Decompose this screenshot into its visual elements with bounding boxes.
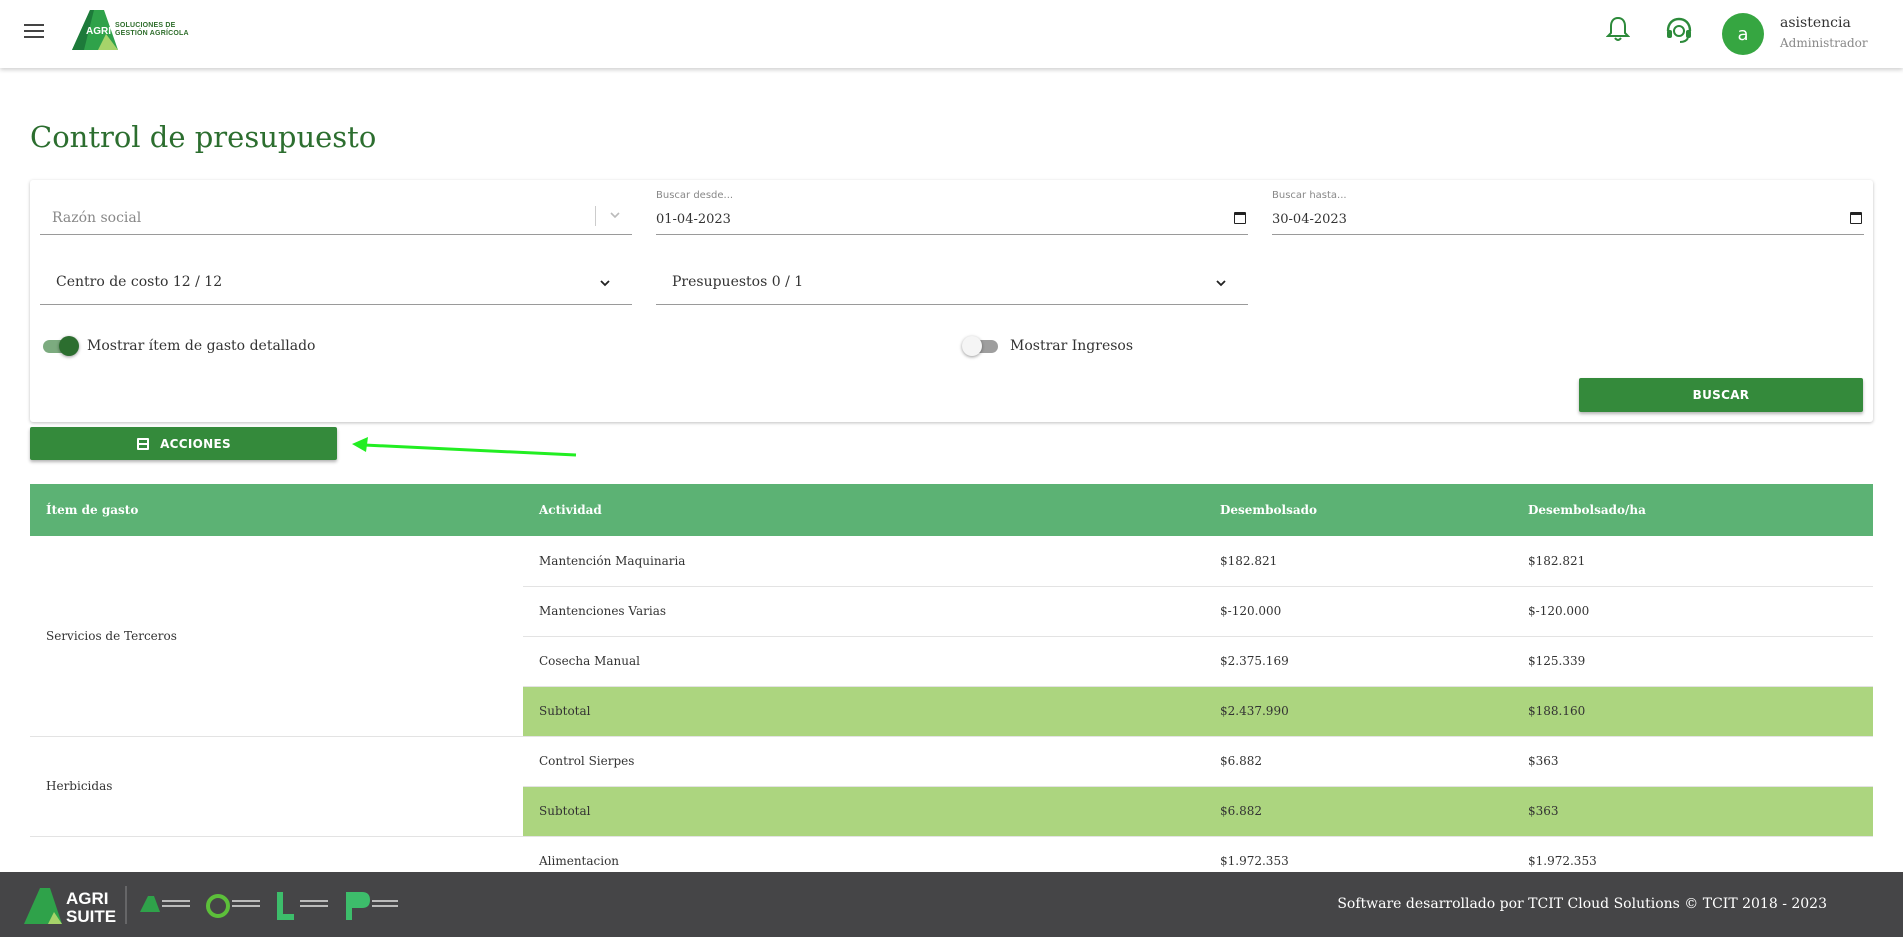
filter-card: Razón social Buscar desde... 01-04-2023 … — [30, 180, 1873, 422]
select-separator — [595, 206, 596, 226]
cosecha-sub-logo — [206, 894, 230, 918]
logo-tagline: SOLUCIONES DE GESTIÓN AGRÍCOLA — [115, 22, 189, 37]
desembolsado-cell: $-120.000 — [1204, 586, 1512, 637]
desembolsado-ha-cell: $-120.000 — [1512, 586, 1873, 637]
actividad-cell: Mantenciones Varias — [523, 586, 1204, 637]
menu-icon[interactable] — [24, 24, 44, 42]
table-row: Servicios de Terceros Mantención Maquina… — [30, 536, 1873, 737]
acciones-button[interactable]: ACCIONES — [30, 427, 337, 460]
logo-word: AGRI — [86, 26, 111, 37]
razon-social-select[interactable]: Razón social — [40, 180, 632, 235]
table-header-row: Ítem de gasto Actividad Desembolsado Des… — [30, 484, 1873, 536]
col-header-actividad[interactable]: Actividad — [523, 484, 1204, 536]
support-agent-icon[interactable] — [1664, 16, 1694, 44]
footer-copyright: Software desarrollado por TCIT Cloud Sol… — [1337, 896, 1827, 912]
table-row: Herbicidas Control Sierpes $6.882 $363 — [30, 736, 1873, 837]
footer: AGRI SUITE Software desarrollado por TCI… — [0, 872, 1903, 937]
agri-suite-logo: AGRI SUITE — [24, 886, 398, 926]
buscar-hasta-label: Buscar hasta... — [1272, 190, 1347, 201]
chevron-down-icon[interactable] — [1216, 278, 1226, 288]
razon-social-placeholder: Razón social — [52, 210, 142, 226]
bell-icon[interactable] — [1606, 16, 1630, 42]
actividad-cell: Control Sierpes — [523, 736, 1204, 787]
desembolsado-cell: $1.972.353 — [1204, 836, 1512, 874]
calendar-icon[interactable] — [1850, 212, 1862, 224]
agri-sub-logo — [140, 896, 160, 912]
footer-brand-1: AGRI — [66, 889, 109, 908]
toggle-detalle[interactable] — [41, 336, 79, 356]
subtotal-desembolsado-ha: $188.160 — [1512, 686, 1873, 737]
toggle-ingresos-label: Mostrar Ingresos — [1010, 338, 1134, 354]
item-cell: Servicios de Terceros — [30, 536, 523, 737]
subtotal-label: Subtotal — [523, 686, 1204, 737]
buscar-hasta-value[interactable]: 30-04-2023 — [1272, 212, 1347, 227]
page-title: Control de presupuesto — [30, 120, 377, 154]
budget-table: Ítem de gasto Actividad Desembolsado Des… — [30, 484, 1873, 874]
actividad-cell: Mantención Maquinaria — [523, 536, 1204, 587]
presupuestos-select[interactable]: Presupuestos 0 / 1 — [656, 250, 1248, 305]
toggle-detalle-label: Mostrar ítem de gasto detallado — [87, 338, 316, 354]
presupuestos-value: Presupuestos 0 / 1 — [672, 274, 804, 290]
desembolsado-ha-cell: $182.821 — [1512, 536, 1873, 587]
actividad-cell: Alimentacion — [523, 836, 1204, 874]
buscar-desde-value[interactable]: 01-04-2023 — [656, 212, 731, 227]
top-app-bar: AGRI SOLUCIONES DE GESTIÓN AGRÍCOLA a as… — [0, 0, 1903, 68]
item-cell — [30, 836, 523, 874]
budget-table-container: Ítem de gasto Actividad Desembolsado Des… — [30, 484, 1873, 874]
footer-brand-2: SUITE — [66, 907, 116, 926]
calendar-icon[interactable] — [1234, 212, 1246, 224]
subtotal-desembolsado-ha: $363 — [1512, 786, 1873, 837]
subtotal-desembolsado: $6.882 — [1204, 786, 1512, 837]
col-header-desembolsado-ha[interactable]: Desembolsado/ha — [1512, 484, 1873, 536]
buscar-desde-label: Buscar desde... — [656, 190, 734, 201]
avatar[interactable]: a — [1722, 13, 1764, 55]
acciones-label: ACCIONES — [160, 436, 231, 451]
subtotal-desembolsado: $2.437.990 — [1204, 686, 1512, 737]
desembolsado-ha-cell: $1.972.353 — [1512, 836, 1873, 874]
user-role: Administrador — [1780, 36, 1868, 50]
subtotal-label: Subtotal — [523, 786, 1204, 837]
buscar-hasta-date-field[interactable]: Buscar hasta... 30-04-2023 — [1272, 180, 1864, 235]
buscar-button[interactable]: BUSCAR — [1579, 378, 1863, 412]
archive-icon — [137, 437, 150, 450]
col-header-desembolsado[interactable]: Desembolsado — [1204, 484, 1512, 536]
toggle-ingresos[interactable] — [962, 336, 1000, 356]
chevron-down-icon[interactable] — [600, 278, 610, 288]
chevron-down-icon[interactable] — [610, 210, 620, 220]
desembolsado-cell: $6.882 — [1204, 736, 1512, 787]
buscar-desde-date-field[interactable]: Buscar desde... 01-04-2023 — [656, 180, 1248, 235]
arrow-annotation — [352, 437, 577, 457]
col-header-item[interactable]: Ítem de gasto — [30, 484, 523, 536]
desembolsado-ha-cell: $125.339 — [1512, 636, 1873, 687]
labit-sub-logo — [277, 892, 294, 920]
centro-costo-select[interactable]: Centro de costo 12 / 12 — [40, 250, 632, 305]
desembolsado-cell: $2.375.169 — [1204, 636, 1512, 687]
actividad-cell: Cosecha Manual — [523, 636, 1204, 687]
table-row: Alimentacion $1.972.353 $1.972.353 — [30, 836, 1873, 874]
centro-costo-value: Centro de costo 12 / 12 — [56, 274, 223, 290]
packit-sub-logo — [346, 892, 370, 920]
desembolsado-cell: $182.821 — [1204, 536, 1512, 587]
user-name: asistencia — [1780, 15, 1851, 31]
item-cell: Herbicidas — [30, 736, 523, 837]
desembolsado-ha-cell: $363 — [1512, 736, 1873, 787]
